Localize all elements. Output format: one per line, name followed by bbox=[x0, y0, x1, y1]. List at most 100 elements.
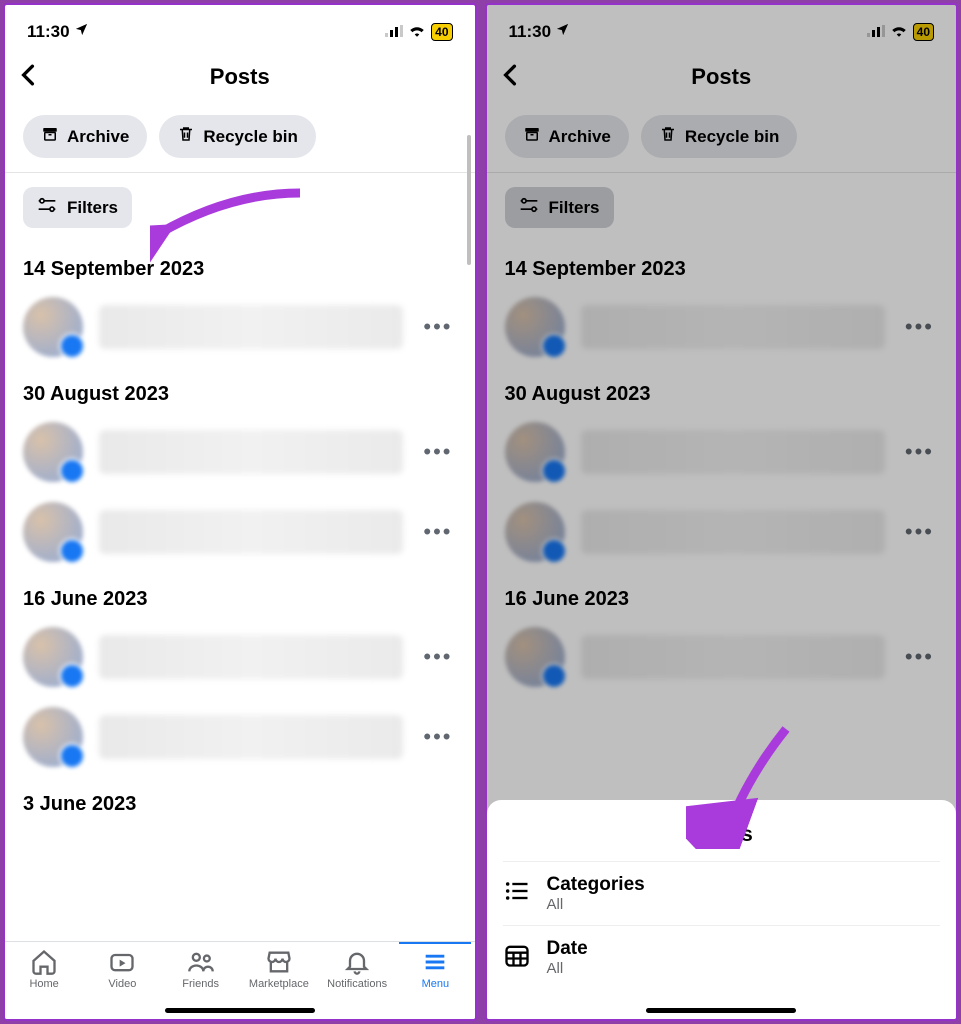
tab-label: Home bbox=[29, 978, 58, 990]
tab-label: Notifications bbox=[327, 978, 387, 990]
recyclebin-label: Recycle bin bbox=[685, 127, 780, 147]
archive-chip[interactable]: Archive bbox=[23, 115, 147, 158]
tab-video[interactable]: Video bbox=[86, 948, 158, 990]
location-icon bbox=[555, 22, 570, 42]
annotation-arrow bbox=[686, 719, 806, 849]
post-row[interactable]: ••• bbox=[505, 287, 939, 367]
post-content bbox=[581, 430, 885, 474]
home-indicator bbox=[165, 1008, 315, 1013]
tab-home[interactable]: Home bbox=[8, 948, 80, 990]
more-icon[interactable]: ••• bbox=[419, 314, 456, 340]
tab-notifications[interactable]: Notifications bbox=[321, 948, 393, 990]
archive-chip[interactable]: Archive bbox=[505, 115, 629, 158]
filter-date-row[interactable]: Date All bbox=[503, 925, 941, 989]
more-icon[interactable]: ••• bbox=[419, 644, 456, 670]
post-row[interactable]: ••• bbox=[23, 287, 457, 367]
wifi-icon bbox=[890, 22, 908, 42]
date-heading: 30 August 2023 bbox=[23, 383, 457, 406]
post-row[interactable]: ••• bbox=[23, 697, 457, 777]
filters-button[interactable]: Filters bbox=[505, 187, 614, 228]
clock: 11:30 bbox=[27, 22, 70, 42]
filter-categories-row[interactable]: Categories All bbox=[503, 861, 941, 925]
tab-friends[interactable]: Friends bbox=[165, 948, 237, 990]
post-content bbox=[581, 510, 885, 554]
avatar bbox=[23, 627, 83, 687]
date-value: All bbox=[547, 960, 588, 977]
post-content bbox=[99, 510, 403, 554]
archive-label: Archive bbox=[67, 127, 129, 147]
bell-icon bbox=[343, 948, 371, 976]
recyclebin-chip[interactable]: Recycle bin bbox=[641, 115, 798, 158]
trash-icon bbox=[177, 125, 195, 148]
more-icon[interactable]: ••• bbox=[901, 519, 938, 545]
trash-icon bbox=[659, 125, 677, 148]
more-icon[interactable]: ••• bbox=[901, 644, 938, 670]
home-indicator bbox=[646, 1008, 796, 1013]
page-title: Posts bbox=[210, 64, 270, 90]
post-content bbox=[99, 715, 403, 759]
post-row[interactable]: ••• bbox=[505, 412, 939, 492]
post-row[interactable]: ••• bbox=[23, 492, 457, 572]
battery-badge: 40 bbox=[913, 23, 934, 41]
more-icon[interactable]: ••• bbox=[419, 519, 456, 545]
post-row[interactable]: ••• bbox=[23, 617, 457, 697]
location-icon bbox=[74, 22, 89, 42]
cell-signal-icon bbox=[385, 22, 403, 42]
filters-label: Filters bbox=[67, 198, 118, 218]
video-icon bbox=[108, 948, 136, 976]
post-row[interactable]: ••• bbox=[23, 412, 457, 492]
list-icon bbox=[503, 877, 531, 910]
more-icon[interactable]: ••• bbox=[901, 314, 938, 340]
sliders-icon bbox=[37, 197, 57, 218]
categories-label: Categories bbox=[547, 874, 645, 896]
recyclebin-chip[interactable]: Recycle bin bbox=[159, 115, 316, 158]
archive-icon bbox=[41, 125, 59, 148]
categories-value: All bbox=[547, 896, 645, 913]
back-button[interactable] bbox=[19, 62, 37, 93]
date-heading: 30 August 2023 bbox=[505, 383, 939, 406]
post-content bbox=[581, 305, 885, 349]
avatar bbox=[23, 502, 83, 562]
post-content bbox=[99, 635, 403, 679]
date-heading: 3 June 2023 bbox=[23, 793, 457, 816]
avatar bbox=[505, 502, 565, 562]
filters-row: Filters bbox=[487, 173, 957, 242]
post-content bbox=[581, 635, 885, 679]
header: Posts bbox=[487, 49, 957, 105]
recyclebin-label: Recycle bin bbox=[203, 127, 298, 147]
tab-label: Marketplace bbox=[249, 978, 309, 990]
more-icon[interactable]: ••• bbox=[419, 724, 456, 750]
more-icon[interactable]: ••• bbox=[419, 439, 456, 465]
action-chips: Archive Recycle bin bbox=[5, 105, 475, 172]
menu-icon bbox=[421, 948, 449, 976]
avatar bbox=[23, 707, 83, 767]
wifi-icon bbox=[408, 22, 426, 42]
tab-label: Friends bbox=[182, 978, 219, 990]
annotation-arrow bbox=[150, 183, 310, 283]
page-title: Posts bbox=[691, 64, 751, 90]
more-icon[interactable]: ••• bbox=[901, 439, 938, 465]
date-heading: 16 June 2023 bbox=[505, 588, 939, 611]
post-content bbox=[99, 430, 403, 474]
battery-badge: 40 bbox=[431, 23, 452, 41]
action-chips: Archive Recycle bin bbox=[487, 105, 957, 172]
filters-label: Filters bbox=[549, 198, 600, 218]
scroll-indicator bbox=[467, 135, 471, 265]
tab-marketplace[interactable]: Marketplace bbox=[243, 948, 315, 990]
marketplace-icon bbox=[265, 948, 293, 976]
archive-icon bbox=[523, 125, 541, 148]
post-row[interactable]: ••• bbox=[505, 492, 939, 572]
post-content bbox=[99, 305, 403, 349]
status-bar: 11:30 40 bbox=[5, 5, 475, 49]
back-button[interactable] bbox=[501, 62, 519, 93]
tab-menu[interactable]: Menu bbox=[399, 942, 471, 990]
date-label: Date bbox=[547, 938, 588, 960]
feed[interactable]: 14 September 2023 ••• 30 August 2023 •••… bbox=[5, 242, 475, 941]
date-heading: 14 September 2023 bbox=[505, 258, 939, 281]
avatar bbox=[505, 422, 565, 482]
home-icon bbox=[30, 948, 58, 976]
post-row[interactable]: ••• bbox=[505, 617, 939, 697]
calendar-icon bbox=[503, 941, 531, 974]
filters-button[interactable]: Filters bbox=[23, 187, 132, 228]
avatar bbox=[23, 297, 83, 357]
